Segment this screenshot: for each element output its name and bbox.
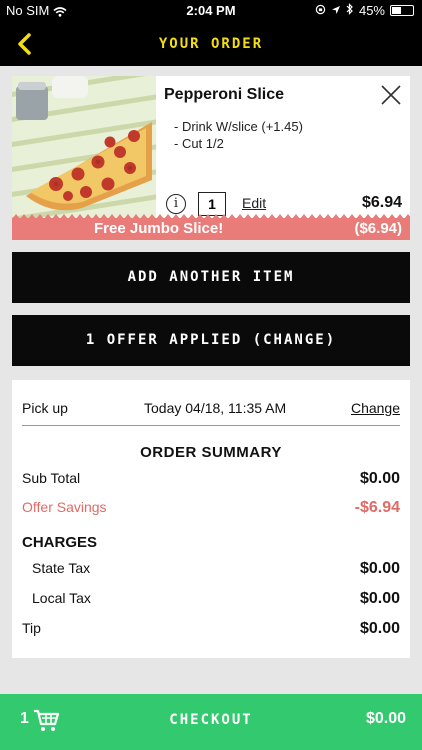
subtotal-value: $0.00 (359, 470, 400, 487)
tip-label: Tip (22, 620, 41, 636)
battery-fill (392, 7, 401, 14)
pizza-slice-photo (12, 76, 156, 218)
battery-percent: 45% (358, 3, 385, 18)
checkout-label: CHECKOUT (169, 712, 253, 728)
add-another-item-button[interactable]: ADD ANOTHER ITEM (12, 252, 410, 303)
order-summary-panel: Pick up Today 04/18, 11:35 AM Change ORD… (12, 380, 410, 658)
savings-label: Offer Savings (22, 499, 107, 515)
savings-value: -$6.94 (354, 499, 400, 516)
header-bar: YOUR ORDER (0, 22, 422, 66)
zigzag-edge (12, 214, 410, 219)
offer-applied-button[interactable]: 1 OFFER APPLIED (CHANGE) (12, 315, 410, 366)
orientation-lock-icon (315, 3, 326, 18)
local-tax-value: $0.00 (359, 590, 400, 607)
pickup-time: Today 04/18, 11:35 AM (144, 400, 287, 416)
page-title: YOUR ORDER (158, 36, 264, 52)
checkout-total: $0.00 (365, 710, 406, 727)
checkout-bar[interactable]: 1 CHECKOUT $0.00 (0, 694, 422, 750)
state-tax-value: $0.00 (359, 560, 400, 577)
bluetooth-icon (346, 3, 354, 18)
local-tax-row: Local Tax $0.00 (22, 590, 400, 610)
modifier-line: - Drink W/slice (+1.45) (174, 119, 303, 134)
charges-heading: CHARGES (22, 534, 98, 551)
promo-banner: Free Jumbo Slice! ($6.94) (12, 214, 410, 240)
tip-value: $0.00 (359, 620, 400, 637)
battery-icon (390, 5, 414, 16)
tip-row[interactable]: Tip $0.00 (22, 620, 400, 640)
order-item-card: Pepperoni Slice - Drink W/slice (+1.45) … (12, 76, 410, 240)
item-price: $6.94 (361, 194, 402, 211)
item-modifiers: - Drink W/slice (+1.45) - Cut 1/2 (174, 118, 303, 152)
local-tax-label: Local Tax (32, 590, 91, 606)
status-bar: No SIM 2:04 PM 45% (0, 0, 422, 22)
subtotal-label: Sub Total (22, 470, 81, 486)
info-icon[interactable]: i (166, 194, 186, 214)
state-tax-label: State Tax (32, 560, 91, 576)
close-icon[interactable] (380, 84, 402, 106)
status-right: 45% (315, 3, 414, 18)
change-pickup-link[interactable]: Change (351, 400, 400, 416)
modifier-line: - Cut 1/2 (174, 136, 224, 151)
pickup-label: Pick up (22, 400, 68, 416)
location-icon (331, 3, 341, 18)
state-tax-row: State Tax $0.00 (22, 560, 400, 580)
pickup-row: Pick up Today 04/18, 11:35 AM Change (22, 380, 400, 426)
promo-label: Free Jumbo Slice! (94, 220, 224, 237)
quantity-field[interactable]: 1 (198, 192, 226, 216)
promo-amount: ($6.94) (354, 220, 402, 237)
edit-link[interactable]: Edit (242, 195, 266, 211)
savings-row: Offer Savings -$6.94 (22, 499, 400, 519)
summary-title: ORDER SUMMARY (140, 444, 282, 461)
item-name: Pepperoni Slice (164, 86, 285, 103)
subtotal-row: Sub Total $0.00 (22, 470, 400, 490)
